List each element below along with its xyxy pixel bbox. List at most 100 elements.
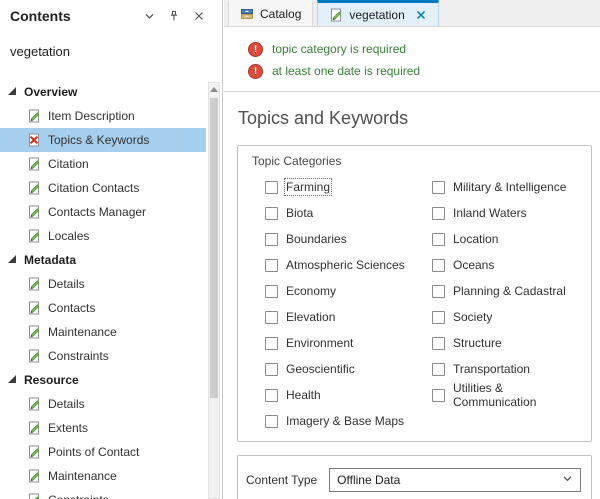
topic-checkbox-farming[interactable]: Farming <box>265 178 432 196</box>
checkbox[interactable] <box>432 362 445 376</box>
validation-message-text: topic category is required <box>272 42 407 56</box>
topic-checkbox-imagery-base-maps[interactable]: Imagery & Base Maps <box>265 413 432 429</box>
checkbox-label: Atmospheric Sciences <box>286 258 405 272</box>
tab-label: vegetation <box>349 7 405 22</box>
sidebar-item-resource-details[interactable]: Details <box>0 392 206 416</box>
checkbox[interactable] <box>265 206 278 220</box>
tree-item-label: Item Description <box>48 109 135 123</box>
topic-checkbox-transportation[interactable]: Transportation <box>432 361 579 377</box>
topic-column-1: Farming Biota Boundaries Atmospheric Scienc… <box>265 178 432 429</box>
contents-panel-header: Contents <box>0 0 222 32</box>
checkbox-label: Biota <box>286 206 314 220</box>
checkbox[interactable] <box>265 258 278 272</box>
checkbox[interactable] <box>432 206 445 220</box>
topic-checkbox-planning-cadastral[interactable]: Planning & Cadastral <box>432 283 579 299</box>
expand-triangle-icon[interactable] <box>8 375 16 383</box>
topic-checkbox-elevation[interactable]: Elevation <box>265 309 432 325</box>
sidebar-item-metadata-contacts[interactable]: Contacts <box>0 296 206 320</box>
topic-checkbox-geoscientific[interactable]: Geoscientific <box>265 361 432 377</box>
tree-scrollbar[interactable] <box>208 82 220 499</box>
checkbox-label: Environment <box>286 336 354 350</box>
sidebar-item-metadata-details[interactable]: Details <box>0 272 206 296</box>
metadata-page-icon <box>27 181 41 195</box>
sidebar-item-overview-citation[interactable]: Citation <box>0 152 206 176</box>
metadata-page-icon <box>27 205 41 219</box>
checkbox[interactable] <box>265 232 278 246</box>
close-icon[interactable] <box>192 9 206 23</box>
metadata-page-icon <box>27 349 41 363</box>
topic-checkbox-inland-waters[interactable]: Inland Waters <box>432 205 579 221</box>
metadata-page-icon <box>27 229 41 243</box>
expand-triangle-icon[interactable] <box>8 87 16 95</box>
checkbox[interactable] <box>265 362 278 376</box>
topic-checkbox-society[interactable]: Society <box>432 309 579 325</box>
topic-categories-label: Topic Categories <box>252 154 342 168</box>
checkbox[interactable] <box>265 336 278 350</box>
page-title: Topics and Keywords <box>238 108 409 128</box>
checkbox[interactable] <box>265 388 278 402</box>
sidebar-item-overview-item-description[interactable]: Item Description <box>0 104 206 128</box>
error-icon: ! <box>248 63 263 79</box>
topic-checkbox-military-intelligence[interactable]: Military & Intelligence <box>432 179 579 195</box>
checkbox[interactable] <box>265 284 278 298</box>
sidebar-item-metadata-constraints[interactable]: Constraints <box>0 344 206 368</box>
checkbox[interactable] <box>432 232 445 246</box>
topic-checkbox-environment[interactable]: Environment <box>265 335 432 351</box>
sidebar-item-overview-citation-contacts[interactable]: Citation Contacts <box>0 176 206 200</box>
checkbox-label: Health <box>286 388 321 402</box>
tab-close-icon[interactable] <box>415 9 427 21</box>
topic-checkbox-economy[interactable]: Economy <box>265 283 432 299</box>
scrollbar-thumb[interactable] <box>210 98 218 398</box>
tree-section-overview[interactable]: Overview <box>0 80 206 104</box>
scroll-up-arrow-icon[interactable] <box>209 83 219 96</box>
checkbox[interactable] <box>432 180 445 194</box>
topic-checkbox-biota[interactable]: Biota <box>265 205 432 221</box>
checkbox-label: Geoscientific <box>286 362 355 376</box>
sidebar-item-metadata-maintenance[interactable]: Maintenance <box>0 320 206 344</box>
chevron-down-icon[interactable] <box>142 9 156 23</box>
tree-item-label: Maintenance <box>48 325 117 339</box>
checkbox-label: Elevation <box>286 310 336 324</box>
checkbox[interactable] <box>432 336 445 350</box>
document-name: vegetation <box>10 44 70 59</box>
checkbox[interactable] <box>432 388 445 402</box>
sidebar-item-overview-topics-keywords[interactable]: Topics & Keywords <box>0 128 206 152</box>
checkbox-label: Structure <box>453 336 502 350</box>
content-type-dropdown[interactable]: Offline Data <box>329 468 581 492</box>
checkbox-label: Location <box>453 232 499 246</box>
sidebar-item-overview-contacts-manager[interactable]: Contacts Manager <box>0 200 206 224</box>
tab-vegetation[interactable]: vegetation <box>317 0 439 26</box>
topic-column-2: Military & Intelligence Inland Waters Loca… <box>432 179 579 429</box>
tree-section-metadata[interactable]: Metadata <box>0 248 206 272</box>
topic-checkbox-oceans[interactable]: Oceans <box>432 257 579 273</box>
tree-item-label: Constraints <box>48 493 109 499</box>
expand-triangle-icon[interactable] <box>8 255 16 263</box>
checkbox[interactable] <box>432 284 445 298</box>
checkbox[interactable] <box>265 180 278 194</box>
topic-checkbox-atmospheric-sciences[interactable]: Atmospheric Sciences <box>265 257 432 273</box>
topic-checkbox-location[interactable]: Location <box>432 231 579 247</box>
topic-checkbox-health[interactable]: Health <box>265 387 432 403</box>
checkbox-label: Society <box>453 310 493 324</box>
checkbox-label: Economy <box>286 284 337 298</box>
topic-checkbox-utilities-communication[interactable]: Utilities & Communication <box>432 381 579 409</box>
checkbox[interactable] <box>265 414 278 428</box>
checkbox[interactable] <box>432 310 445 324</box>
pin-icon[interactable] <box>167 9 181 23</box>
topic-checkbox-structure[interactable]: Structure <box>432 335 579 351</box>
tree-item-label: Citation <box>48 157 89 171</box>
checkbox[interactable] <box>432 258 445 272</box>
sidebar-item-resource-points-of-contact[interactable]: Points of Contact <box>0 440 206 464</box>
sidebar-item-resource-maintenance[interactable]: Maintenance <box>0 464 206 488</box>
checkbox[interactable] <box>265 310 278 324</box>
tree-item-label: Contacts Manager <box>48 205 147 219</box>
sidebar-item-resource-constraints[interactable]: Constraints <box>0 488 206 499</box>
content-type-label: Content Type <box>246 473 318 487</box>
sidebar-item-resource-extents[interactable]: Extents <box>0 416 206 440</box>
tab-catalog[interactable]: Catalog <box>228 0 314 26</box>
topic-checkbox-boundaries[interactable]: Boundaries <box>265 231 432 247</box>
tree-item-label: Maintenance <box>48 469 117 483</box>
tree-section-resource[interactable]: Resource <box>0 368 206 392</box>
metadata-page-icon <box>27 493 41 499</box>
sidebar-item-overview-locales[interactable]: Locales <box>0 224 206 248</box>
